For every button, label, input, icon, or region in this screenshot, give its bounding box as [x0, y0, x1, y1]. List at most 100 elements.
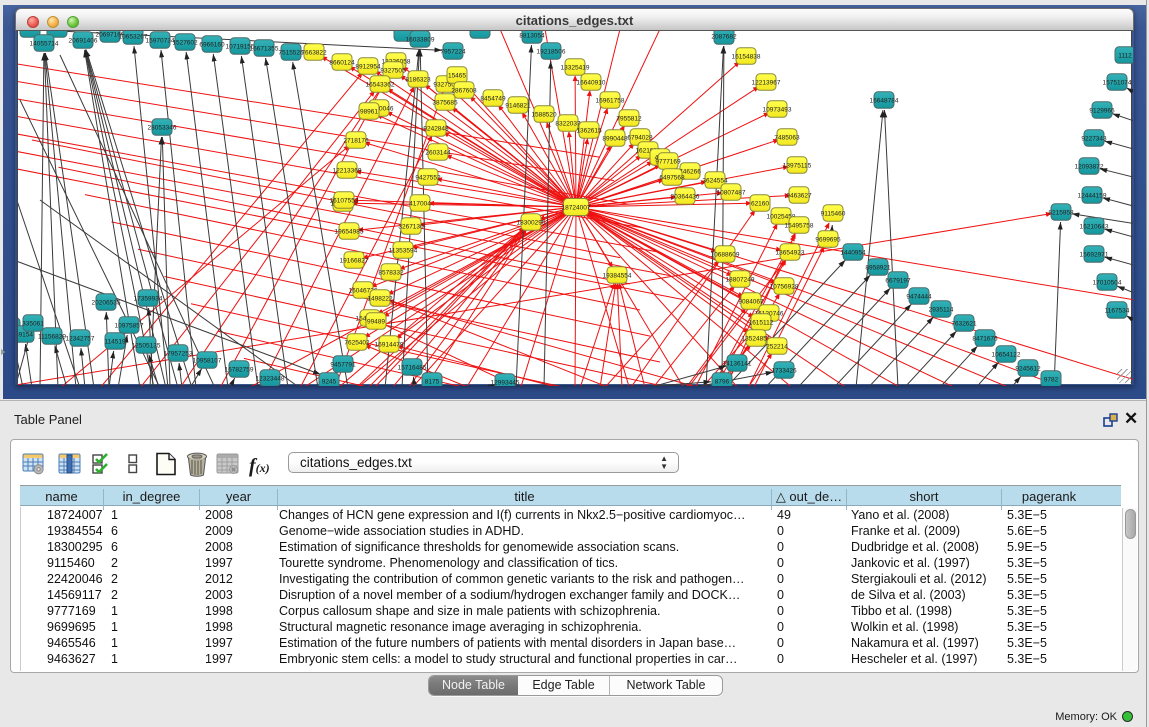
svg-text:12323448: 12323448 — [256, 375, 285, 382]
svg-text:39154: 39154 — [18, 331, 33, 338]
svg-text:16154838: 16154838 — [732, 53, 761, 60]
svg-text:16782759: 16782759 — [225, 366, 254, 373]
svg-text:417004: 417004 — [409, 200, 431, 207]
svg-text:99489: 99489 — [367, 318, 385, 325]
svg-text:10807487: 10807487 — [717, 189, 746, 196]
svg-text:12444159: 12444159 — [1078, 192, 1107, 199]
svg-text:8958921: 8958921 — [865, 264, 891, 271]
svg-text:7632621: 7632621 — [951, 320, 977, 327]
svg-text:16033809: 16033809 — [406, 36, 435, 43]
svg-text:10975857: 10975857 — [115, 322, 144, 329]
svg-text:15970734: 15970734 — [146, 37, 175, 44]
svg-text:13654923: 13654923 — [776, 249, 805, 256]
svg-text:14055714: 14055714 — [30, 40, 59, 47]
svg-text:9782: 9782 — [1044, 376, 1059, 383]
svg-text:2603144: 2603144 — [425, 149, 451, 156]
svg-text:15751074: 15751074 — [1103, 79, 1132, 86]
svg-text:62160: 62160 — [751, 200, 769, 207]
svg-text:14136141: 14136141 — [723, 360, 752, 367]
svg-text:19384554: 19384554 — [603, 272, 632, 279]
svg-text:13975115: 13975115 — [783, 162, 812, 169]
svg-text:8322037: 8322037 — [555, 120, 581, 127]
svg-text:9427552: 9427552 — [415, 174, 441, 181]
svg-text:9327505: 9327505 — [380, 67, 406, 74]
svg-text:28053346: 28053346 — [148, 124, 177, 131]
svg-text:1527602: 1527602 — [172, 39, 198, 46]
svg-text:10958107: 10958107 — [193, 357, 222, 364]
svg-text:18724007: 18724007 — [562, 204, 591, 211]
svg-text:1440954: 1440954 — [840, 249, 866, 256]
svg-text:16914479: 16914479 — [375, 341, 404, 348]
svg-text:9084067: 9084067 — [738, 298, 764, 305]
svg-text:13325419: 13325419 — [561, 64, 590, 71]
svg-text:13524851: 13524851 — [742, 335, 771, 342]
svg-text:252214: 252214 — [766, 343, 788, 350]
svg-text:8813054: 8813054 — [519, 32, 545, 39]
svg-text:12342757: 12342757 — [66, 335, 95, 342]
svg-text:10688609: 10688609 — [711, 251, 740, 258]
svg-text:15465: 15465 — [448, 72, 466, 79]
svg-text:9115460: 9115460 — [821, 210, 846, 217]
svg-text:1588520: 1588520 — [531, 111, 557, 118]
svg-text:18807249: 18807249 — [726, 276, 755, 283]
svg-text:19218506: 19218506 — [537, 48, 566, 55]
svg-text:98961: 98961 — [360, 108, 378, 115]
svg-text:1362615: 1362615 — [576, 127, 602, 134]
svg-text:9245: 9245 — [322, 378, 337, 385]
svg-text:9457791: 9457791 — [330, 361, 356, 368]
svg-text:6966160: 6966160 — [199, 41, 225, 48]
svg-text:7515526: 7515526 — [278, 49, 304, 56]
svg-text:20691406: 20691406 — [69, 37, 98, 44]
svg-text:10653267: 10653267 — [119, 33, 148, 40]
svg-text:9129966: 9129966 — [1089, 107, 1115, 114]
svg-text:8215958: 8215958 — [1048, 209, 1074, 216]
svg-text:3267130: 3267130 — [398, 223, 424, 230]
svg-text:8578332: 8578332 — [378, 269, 404, 276]
svg-text:2718176: 2718176 — [343, 137, 369, 144]
svg-text:20206535: 20206535 — [92, 299, 121, 306]
svg-text:8796: 8796 — [715, 378, 730, 385]
svg-text:9463627: 9463627 — [786, 192, 812, 199]
svg-text:12505135: 12505135 — [132, 342, 161, 349]
svg-text:8912954: 8912954 — [355, 63, 381, 70]
svg-text:16543362: 16543362 — [366, 81, 395, 88]
svg-text:12993445: 12993445 — [491, 379, 520, 386]
svg-text:6794028: 6794028 — [627, 134, 653, 141]
svg-text:2867608: 2867608 — [451, 87, 477, 94]
svg-text:9699695: 9699695 — [815, 236, 841, 243]
svg-text:11353594: 11353594 — [389, 247, 418, 254]
svg-text:16648784: 16648784 — [870, 97, 899, 104]
svg-text:1167534: 1167534 — [1105, 307, 1130, 314]
svg-text:1112: 1112 — [1118, 52, 1132, 59]
svg-text:17957253: 17957253 — [164, 350, 193, 357]
svg-text:16671355: 16671355 — [250, 45, 279, 52]
svg-text:10654122: 10654122 — [992, 351, 1021, 358]
svg-text:9227343: 9227343 — [1081, 135, 1107, 142]
svg-text:8471676: 8471676 — [972, 335, 998, 342]
svg-text:8186323: 8186323 — [405, 76, 431, 83]
svg-text:1615112: 1615112 — [749, 319, 774, 326]
svg-text:16640910: 16640910 — [577, 79, 606, 86]
svg-text:9242848: 9242848 — [423, 125, 449, 132]
svg-text:17010504: 17010504 — [1093, 279, 1122, 286]
svg-text:10756928: 10756928 — [770, 283, 799, 290]
svg-text:15716485: 15716485 — [398, 364, 427, 371]
svg-text:12213369: 12213369 — [333, 167, 362, 174]
svg-text:11156829: 11156829 — [38, 333, 66, 340]
svg-text:8660124: 8660124 — [329, 59, 355, 66]
svg-text:8175: 8175 — [425, 378, 440, 385]
svg-text:6497568: 6497568 — [659, 174, 685, 181]
svg-text:17359934: 17359934 — [134, 295, 163, 302]
svg-text:335061: 335061 — [22, 320, 44, 327]
svg-text:9245612: 9245612 — [1015, 365, 1041, 372]
svg-text:19166827: 19166827 — [340, 257, 369, 264]
svg-text:16961758: 16961758 — [596, 97, 625, 104]
svg-text:7485063: 7485063 — [774, 134, 800, 141]
svg-text:9474444: 9474444 — [906, 293, 932, 300]
svg-text:16210643: 16210643 — [1080, 223, 1109, 230]
svg-text:3624554: 3624554 — [702, 177, 728, 184]
svg-text:1733426: 1733426 — [771, 367, 797, 374]
svg-text:7955812: 7955812 — [616, 115, 642, 122]
svg-text:3875685: 3875685 — [432, 99, 458, 106]
svg-text:6679197: 6679197 — [885, 277, 911, 284]
